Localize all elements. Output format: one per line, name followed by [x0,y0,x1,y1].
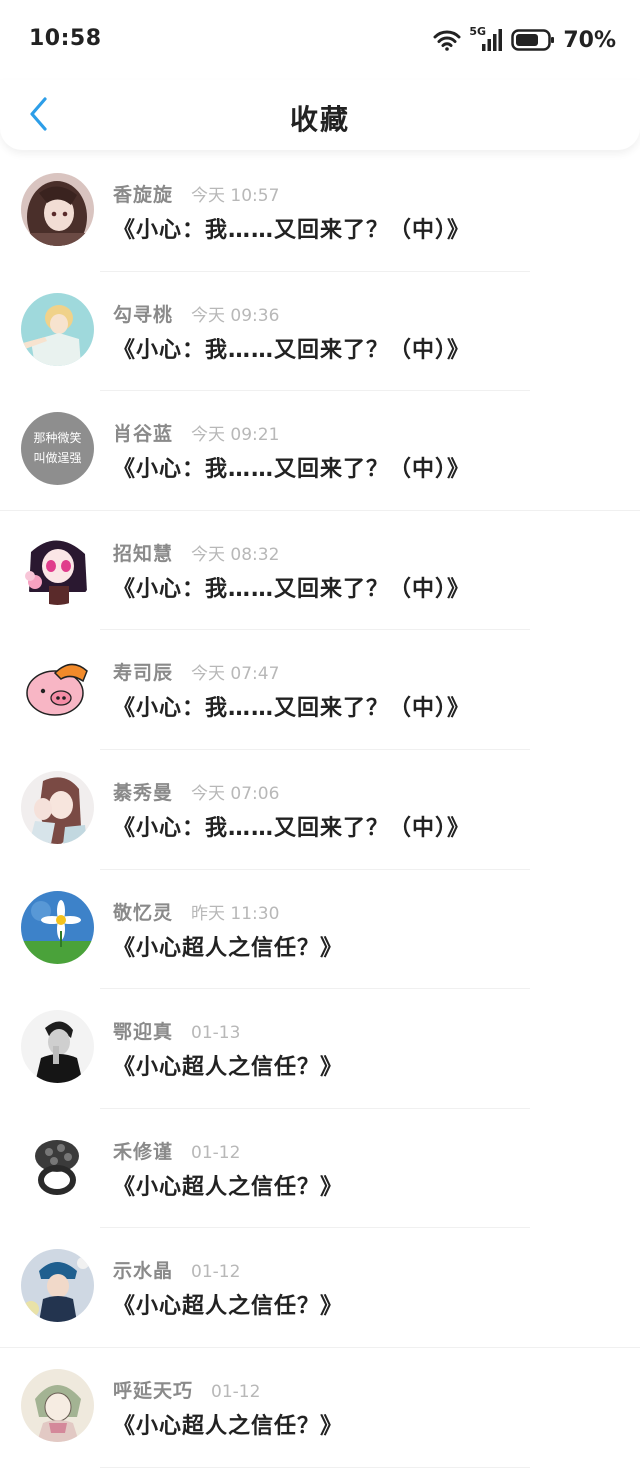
avatar[interactable] [21,531,94,605]
post-title[interactable]: 《小心：我……又回来了？（中）》 [113,451,470,483]
avatar[interactable]: 那种微笑 叫做逞强 [21,412,94,486]
list-item[interactable]: 鄂迎真 01-13 《小心超人之信任？》 [0,989,640,1109]
post-time: 今天 07:47 [191,664,280,685]
avatar[interactable] [21,770,94,844]
user-name[interactable]: 勾寻桃 [113,300,173,327]
post-title[interactable]: 《小心超人之信任？》 [113,1049,343,1081]
post-title[interactable]: 《小心超人之信任？》 [113,1408,343,1440]
user-name[interactable]: 招知慧 [113,539,173,566]
post-time: 今天 07:06 [191,783,280,804]
avatar[interactable] [21,292,94,366]
post-title[interactable]: 《小心：我……又回来了？（中）》 [113,571,470,603]
post-title[interactable]: 《小心超人之信任？》 [113,930,343,962]
avatar-text-line-2: 叫做逞强 [33,450,81,465]
list-item[interactable]: 綦秀曼 今天 07:06 《小心：我……又回来了？（中）》 [0,750,640,870]
user-name[interactable]: 肖谷蓝 [113,419,173,446]
user-name[interactable]: 示水晶 [113,1256,173,1283]
avatar[interactable] [21,173,94,246]
post-time: 今天 09:36 [191,305,280,326]
avatar[interactable] [21,1010,94,1084]
status-bar: 10:58 5G 70% [0,0,640,80]
user-name[interactable]: 寿司辰 [113,658,173,685]
user-name[interactable]: 綦秀曼 [113,778,173,805]
list-item[interactable]: 香旋旋 今天 10:57 《小心：我……又回来了？（中）》 [0,152,640,272]
post-title[interactable]: 《小心：我……又回来了？（中）》 [113,332,470,364]
list-item[interactable]: 禾修谨 01-12 《小心超人之信任？》 [0,1109,640,1229]
status-time: 10:58 [29,26,102,51]
user-name[interactable]: 香旋旋 [113,180,173,207]
favorites-list: 香旋旋 今天 10:57 《小心：我……又回来了？（中）》 勾寻桃 今天 09:… [0,152,640,1468]
cellular-signal-icon: 5G [469,25,503,53]
post-time: 01-12 [211,1381,261,1402]
list-item[interactable]: 那种微笑 叫做逞强 肖谷蓝 今天 09:21 《小心：我……又回来了？（中）》 [0,391,640,511]
divider [100,1466,530,1468]
list-item[interactable]: 示水晶 01-12 《小心超人之信任？》 [0,1228,640,1348]
post-time: 01-13 [191,1023,241,1044]
avatar[interactable] [21,1129,94,1203]
post-title[interactable]: 《小心：我……又回来了？（中）》 [113,810,470,842]
post-title[interactable]: 《小心超人之信任？》 [113,1169,343,1201]
page-title: 收藏 [289,103,350,136]
post-time: 今天 09:21 [191,425,280,446]
list-item[interactable]: 招知慧 今天 08:32 《小心：我……又回来了？（中）》 [0,511,640,631]
post-title[interactable]: 《小心超人之信任？》 [113,1288,343,1320]
post-title[interactable]: 《小心：我……又回来了？（中）》 [113,690,470,722]
post-time: 今天 08:32 [191,544,280,565]
user-name[interactable]: 呼延天巧 [113,1376,193,1403]
post-time: 今天 10:57 [191,186,280,206]
post-time: 昨天 11:30 [191,903,280,924]
user-name[interactable]: 敬忆灵 [113,898,173,925]
list-item[interactable]: 呼延天巧 01-12 《小心超人之信任？》 [0,1348,640,1468]
list-item[interactable]: 勾寻桃 今天 09:36 《小心：我……又回来了？（中）》 [0,272,640,392]
avatar[interactable] [21,1249,94,1323]
status-icons: 5G 70% [433,25,616,54]
avatar-text-line-1: 那种微笑 [33,430,81,445]
user-name[interactable]: 鄂迎真 [113,1017,173,1044]
post-title[interactable]: 《小心：我……又回来了？（中）》 [113,212,470,244]
avatar[interactable] [21,651,94,725]
post-time: 01-12 [191,1142,241,1163]
post-time: 01-12 [191,1262,241,1283]
list-item[interactable]: 寿司辰 今天 07:47 《小心：我……又回来了？（中）》 [0,630,640,750]
list-item[interactable]: 敬忆灵 昨天 11:30 《小心超人之信任？》 [0,870,640,990]
battery-icon [511,29,555,51]
wifi-icon [433,30,461,51]
avatar[interactable] [21,1368,94,1442]
app-header: 收藏 [0,80,640,150]
user-name[interactable]: 禾修谨 [113,1137,173,1164]
avatar[interactable] [21,890,94,964]
battery-percentage: 70% [563,27,616,53]
